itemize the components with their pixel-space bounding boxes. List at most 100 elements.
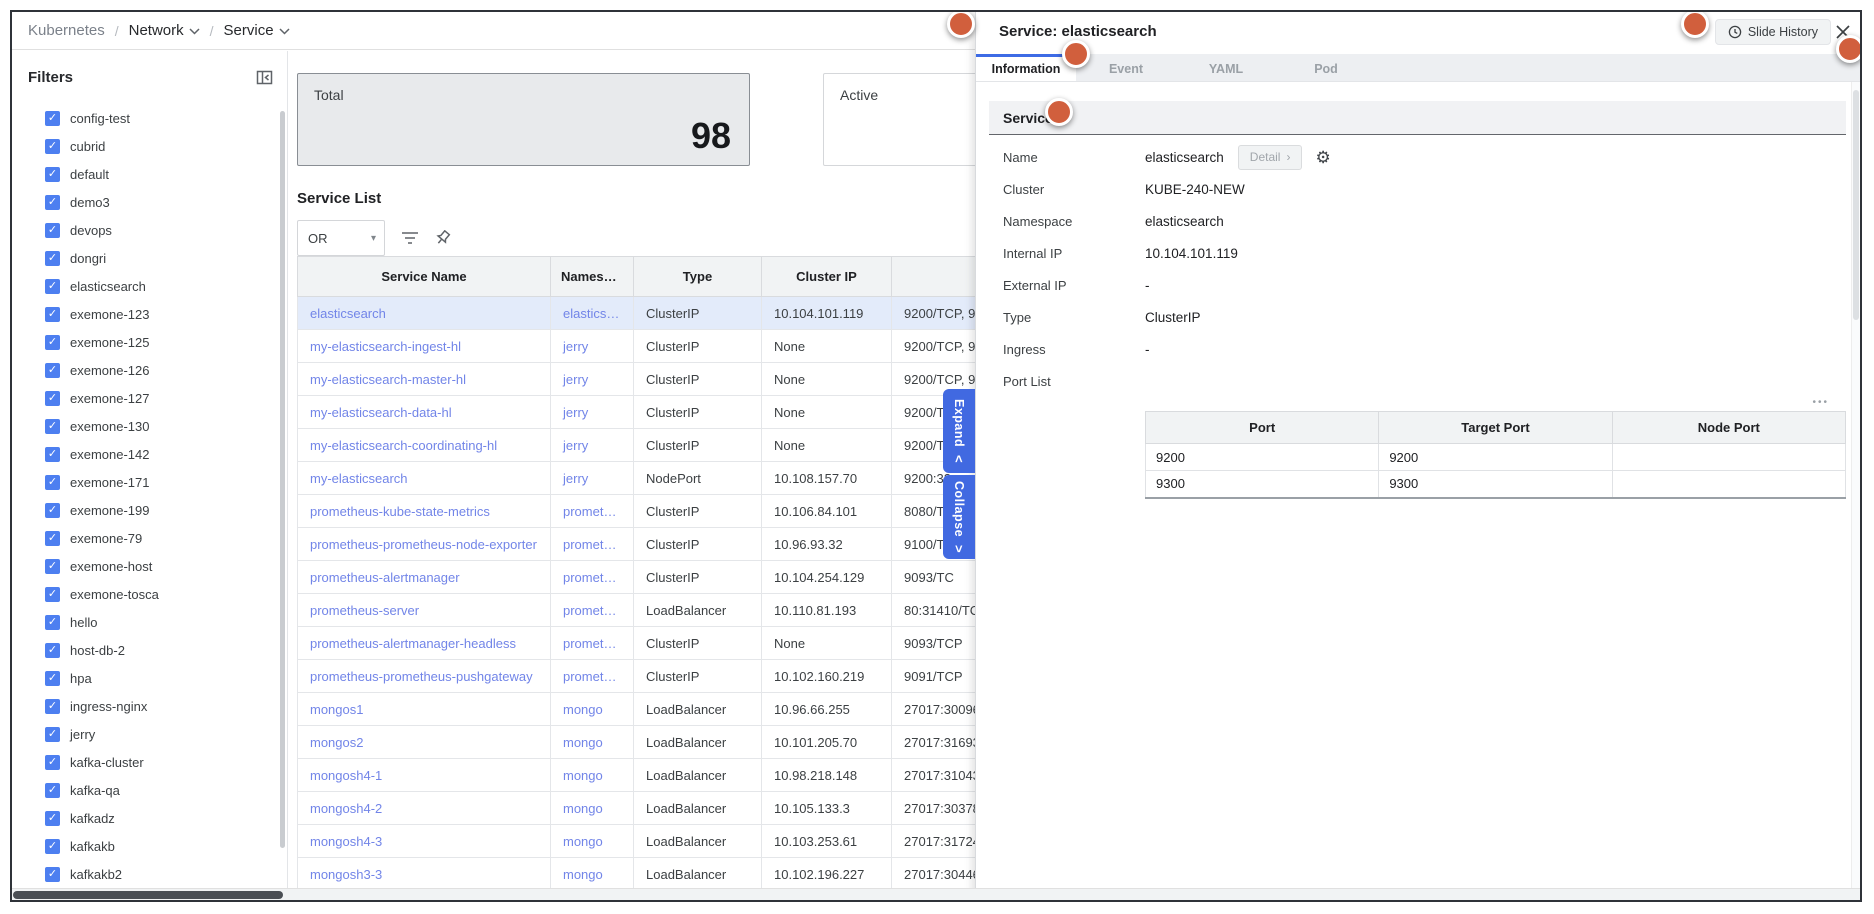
filter-checkbox-item[interactable]: ✓ exemone-123: [12, 300, 287, 328]
filter-checkbox-item[interactable]: ✓ kafkakb2: [12, 860, 287, 888]
service-namespace-link[interactable]: prometheus: [551, 528, 634, 561]
filter-checkbox-item[interactable]: ✓ cubrid: [12, 132, 287, 160]
filter-checkbox-item[interactable]: ✓ hpa: [12, 664, 287, 692]
checkbox-checked-icon[interactable]: ✓: [45, 699, 60, 714]
panel-vertical-scrollbar[interactable]: [1851, 82, 1860, 900]
service-table-row[interactable]: prometheus-prometheus-pushgateway promet…: [298, 660, 976, 693]
service-name-link[interactable]: my-elasticsearch-data-hl: [298, 396, 551, 429]
service-namespace-link[interactable]: jerry: [551, 363, 634, 396]
collapse-panel-icon[interactable]: [256, 69, 273, 86]
filter-checkbox-item[interactable]: ✓ ingress-nginx: [12, 692, 287, 720]
service-name-link[interactable]: prometheus-prometheus-pushgateway: [298, 660, 551, 693]
checkbox-checked-icon[interactable]: ✓: [45, 279, 60, 294]
panel-tab[interactable]: Pod: [1276, 54, 1376, 81]
service-name-link[interactable]: prometheus-kube-state-metrics: [298, 495, 551, 528]
sidebar-vertical-scrollbar[interactable]: [280, 111, 285, 848]
service-table-row[interactable]: mongos1 mongo LoadBalancer 10.96.66.255 …: [298, 693, 976, 726]
pin-icon[interactable]: [435, 230, 452, 247]
service-namespace-link[interactable]: jerry: [551, 429, 634, 462]
filter-checkbox-item[interactable]: ✓ exemone-127: [12, 384, 287, 412]
filter-operator-select[interactable]: OR ▾: [297, 220, 385, 256]
active-count-card[interactable]: Active: [823, 73, 975, 166]
service-table-row[interactable]: my-elasticsearch-master-hl jerry Cluster…: [298, 363, 976, 396]
filter-checkbox-item[interactable]: ✓ exemone-142: [12, 440, 287, 468]
checkbox-checked-icon[interactable]: ✓: [45, 195, 60, 210]
filter-checkbox-item[interactable]: ✓ devops: [12, 216, 287, 244]
service-namespace-link[interactable]: prometheus: [551, 561, 634, 594]
checkbox-checked-icon[interactable]: ✓: [45, 867, 60, 882]
service-name-link[interactable]: prometheus-alertmanager: [298, 561, 551, 594]
service-name-link[interactable]: my-elasticsearch-coordinating-hl: [298, 429, 551, 462]
service-name-link[interactable]: mongosh4-2: [298, 792, 551, 825]
service-table-row[interactable]: mongosh3-3 mongo LoadBalancer 10.102.196…: [298, 858, 976, 889]
checkbox-checked-icon[interactable]: ✓: [45, 587, 60, 602]
service-name-link[interactable]: mongosh3-3: [298, 858, 551, 889]
panel-vertical-scrollbar-thumb[interactable]: [1853, 90, 1859, 320]
slide-history-button[interactable]: Slide History: [1715, 19, 1831, 45]
service-name-link[interactable]: my-elasticsearch-ingest-hl: [298, 330, 551, 363]
filter-checkbox-item[interactable]: ✓ kafka-cluster: [12, 748, 287, 776]
gear-icon[interactable]: ⚙: [1315, 149, 1330, 166]
checkbox-checked-icon[interactable]: ✓: [45, 531, 60, 546]
filter-checkbox-item[interactable]: ✓ exemone-199: [12, 496, 287, 524]
checkbox-checked-icon[interactable]: ✓: [45, 111, 60, 126]
service-name-link[interactable]: mongos1: [298, 693, 551, 726]
checkbox-checked-icon[interactable]: ✓: [45, 363, 60, 378]
service-table-row[interactable]: mongosh4-3 mongo LoadBalancer 10.103.253…: [298, 825, 976, 858]
filter-list-icon[interactable]: [401, 231, 419, 245]
checkbox-checked-icon[interactable]: ✓: [45, 475, 60, 490]
total-count-card[interactable]: Total 98: [297, 73, 750, 166]
service-name-link[interactable]: prometheus-server: [298, 594, 551, 627]
service-table-row[interactable]: prometheus-server prometheus LoadBalance…: [298, 594, 976, 627]
service-namespace-link[interactable]: jerry: [551, 396, 634, 429]
column-header-cluster-ip[interactable]: Cluster IP: [762, 257, 892, 297]
filter-checkbox-item[interactable]: ✓ host-db-2: [12, 636, 287, 664]
service-name-link[interactable]: mongosh4-1: [298, 759, 551, 792]
column-header-ports[interactable]: [892, 257, 976, 297]
filter-checkbox-item[interactable]: ✓ exemone-tosca: [12, 580, 287, 608]
service-name-link[interactable]: my-elasticsearch-master-hl: [298, 363, 551, 396]
filter-checkbox-item[interactable]: ✓ config-test: [12, 104, 287, 132]
service-table-row[interactable]: my-elasticsearch-ingest-hl jerry Cluster…: [298, 330, 976, 363]
filter-checkbox-item[interactable]: ✓ kafkakb: [12, 832, 287, 860]
checkbox-checked-icon[interactable]: ✓: [45, 643, 60, 658]
service-table-row[interactable]: mongosh4-1 mongo LoadBalancer 10.98.218.…: [298, 759, 976, 792]
panel-tab[interactable]: Information: [976, 54, 1076, 81]
filter-checkbox-item[interactable]: ✓ kafka-qa: [12, 776, 287, 804]
service-namespace-link[interactable]: jerry: [551, 462, 634, 495]
filter-checkbox-item[interactable]: ✓ exemone-125: [12, 328, 287, 356]
service-namespace-link[interactable]: mongo: [551, 792, 634, 825]
service-namespace-link[interactable]: prometheus: [551, 594, 634, 627]
service-name-link[interactable]: prometheus-alertmanager-headless: [298, 627, 551, 660]
service-table-row[interactable]: prometheus-alertmanager prometheus Clust…: [298, 561, 976, 594]
filter-checkbox-item[interactable]: ✓ demo3: [12, 188, 287, 216]
breadcrumb-root[interactable]: Kubernetes: [28, 22, 105, 39]
service-table-row[interactable]: my-elasticsearch-data-hl jerry ClusterIP…: [298, 396, 976, 429]
close-panel-button[interactable]: [1832, 21, 1854, 43]
filter-checkbox-item[interactable]: ✓ exemone-126: [12, 356, 287, 384]
checkbox-checked-icon[interactable]: ✓: [45, 251, 60, 266]
column-header-namespace[interactable]: Namespace: [551, 257, 634, 297]
service-name-link[interactable]: mongos2: [298, 726, 551, 759]
checkbox-checked-icon[interactable]: ✓: [45, 391, 60, 406]
checkbox-checked-icon[interactable]: ✓: [45, 167, 60, 182]
filter-checkbox-item[interactable]: ✓ exemone-host: [12, 552, 287, 580]
checkbox-checked-icon[interactable]: ✓: [45, 139, 60, 154]
filter-checkbox-item[interactable]: ✓ exemone-79: [12, 524, 287, 552]
service-table-row[interactable]: prometheus-alertmanager-headless prometh…: [298, 627, 976, 660]
service-table-row[interactable]: my-elasticsearch jerry NodePort 10.108.1…: [298, 462, 976, 495]
service-name-link[interactable]: mongosh4-3: [298, 825, 551, 858]
service-table-row[interactable]: mongos2 mongo LoadBalancer 10.101.205.70…: [298, 726, 976, 759]
service-table-row[interactable]: elasticsearch elasticsearch ClusterIP 10…: [298, 297, 976, 330]
filter-checkbox-item[interactable]: ✓ exemone-171: [12, 468, 287, 496]
expand-panel-button[interactable]: Expand <: [943, 389, 975, 473]
checkbox-checked-icon[interactable]: ✓: [45, 783, 60, 798]
checkbox-checked-icon[interactable]: ✓: [45, 727, 60, 742]
service-name-link[interactable]: elasticsearch: [298, 297, 551, 330]
checkbox-checked-icon[interactable]: ✓: [45, 671, 60, 686]
filter-checkbox-item[interactable]: ✓ hello: [12, 608, 287, 636]
service-name-link[interactable]: prometheus-prometheus-node-exporter: [298, 528, 551, 561]
service-name-link[interactable]: my-elasticsearch: [298, 462, 551, 495]
checkbox-checked-icon[interactable]: ✓: [45, 447, 60, 462]
service-namespace-link[interactable]: mongo: [551, 825, 634, 858]
